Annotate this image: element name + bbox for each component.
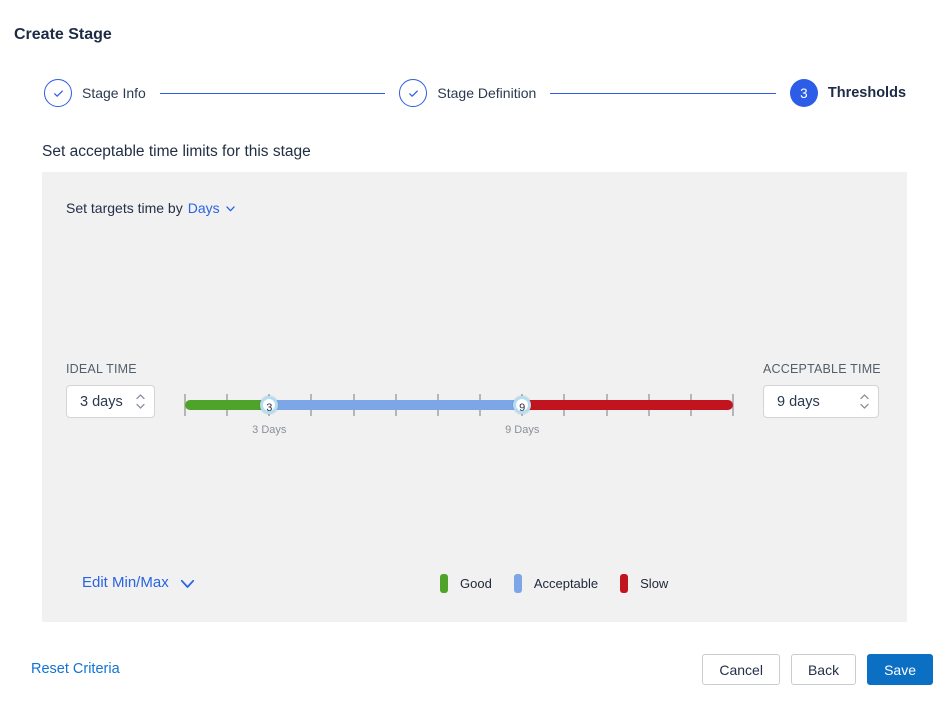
step-label: Thresholds — [828, 85, 906, 101]
check-circle-icon — [44, 79, 72, 107]
step-stage-info[interactable]: Stage Info — [44, 79, 146, 107]
step-label: Stage Info — [82, 85, 146, 101]
target-time-label: Set targets time by — [66, 200, 183, 216]
slider-handle-label: 3 Days — [252, 424, 286, 436]
slider-handle-3[interactable]: 3 — [260, 396, 278, 414]
target-unit-dropdown[interactable]: Days — [188, 200, 236, 216]
step-number-badge: 3 — [790, 79, 818, 107]
edit-minmax-toggle[interactable]: Edit Min/Max — [82, 574, 195, 591]
target-time-row: Set targets time by Days — [66, 200, 236, 216]
spinner-down-icon[interactable] — [860, 403, 869, 409]
legend-swatch — [440, 574, 448, 593]
acceptable-time-label: ACCEPTABLE TIME — [763, 362, 881, 376]
step-thresholds[interactable]: 3 Thresholds — [790, 79, 906, 107]
legend-swatch — [514, 574, 522, 593]
ideal-time-input-wrap — [66, 385, 155, 418]
chevron-down-icon — [180, 579, 195, 589]
footer-buttons: Cancel Back Save — [702, 654, 933, 685]
number-stepper — [860, 386, 869, 417]
step-stage-definition[interactable]: Stage Definition — [399, 79, 536, 107]
spinner-down-icon[interactable] — [136, 403, 145, 409]
section-heading: Set acceptable time limits for this stag… — [42, 143, 311, 161]
legend-label: Good — [460, 576, 492, 591]
chevron-down-icon — [225, 205, 236, 213]
stepper: Stage Info Stage Definition 3 Thresholds — [44, 78, 906, 108]
spinner-up-icon[interactable] — [136, 394, 145, 400]
legend-label: Slow — [640, 576, 668, 591]
ideal-time-group: IDEAL TIME — [66, 362, 155, 418]
thresholds-panel: Set targets time by Days IDEAL TIME ACCE… — [42, 172, 907, 622]
target-unit-value: Days — [188, 200, 220, 216]
slider-handle-label: 9 Days — [505, 424, 539, 436]
legend-swatch — [620, 574, 628, 593]
slider-handle-9[interactable]: 9 — [513, 396, 531, 414]
legend: Good Acceptable Slow — [440, 574, 668, 593]
ideal-time-label: IDEAL TIME — [66, 362, 155, 376]
acceptable-time-group: ACCEPTABLE TIME — [763, 362, 881, 418]
legend-label: Acceptable — [534, 576, 598, 591]
cancel-button[interactable]: Cancel — [702, 654, 780, 685]
legend-item: Slow — [620, 574, 668, 593]
stepper-connector — [550, 93, 776, 94]
slider-segment-good — [185, 400, 269, 410]
slider-segment-acceptable — [269, 400, 522, 410]
number-stepper — [136, 386, 145, 417]
acceptable-time-input-wrap — [763, 385, 879, 418]
step-label: Stage Definition — [437, 85, 536, 101]
edit-minmax-label: Edit Min/Max — [82, 574, 169, 591]
slider-segment-slow — [522, 400, 733, 410]
check-circle-icon — [399, 79, 427, 107]
page-title: Create Stage — [14, 26, 112, 44]
back-button[interactable]: Back — [791, 654, 856, 685]
spinner-up-icon[interactable] — [860, 394, 869, 400]
stepper-connector — [160, 93, 386, 94]
save-button[interactable]: Save — [867, 654, 933, 685]
legend-item: Good — [440, 574, 492, 593]
threshold-slider: 3 3 Days 9 9 Days — [185, 378, 733, 448]
legend-item: Acceptable — [514, 574, 598, 593]
reset-criteria-link[interactable]: Reset Criteria — [31, 661, 120, 677]
